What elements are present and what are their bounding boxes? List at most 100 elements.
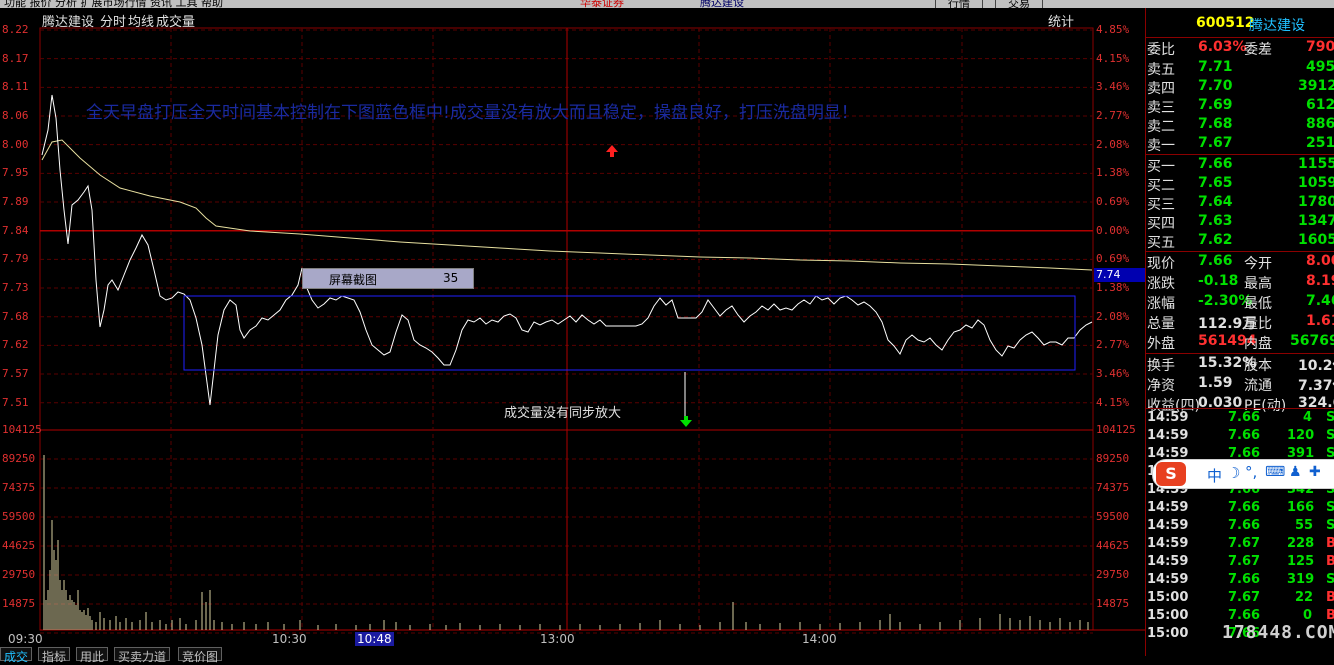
tick-cell: B	[1326, 608, 1334, 623]
shirt-icon[interactable]: ✚	[1309, 464, 1321, 480]
quote-cell: 1780	[1298, 194, 1334, 210]
quote-cell: 7.67	[1198, 135, 1233, 151]
screenshot-tooltip[interactable]: 屏幕截图 35	[302, 268, 474, 289]
quote-cell: 卖二	[1147, 119, 1175, 135]
tick-row: 14:59 7.67 228 B	[1146, 535, 1334, 553]
tick-cell: 7.67	[1228, 554, 1261, 569]
punctuation-icon[interactable]: °,	[1245, 463, 1257, 481]
axis-tick-label: 7.68	[2, 309, 29, 323]
tick-cell: 14:59	[1147, 410, 1189, 425]
quote-row: 买五 7.62 1605	[1146, 231, 1334, 251]
ime-lang[interactable]: 中	[1207, 465, 1222, 486]
quote-row: 总量112.9万量比1.61	[1146, 312, 1334, 332]
quote-cell: 3912	[1298, 78, 1334, 94]
quote-cell: 8.19	[1306, 273, 1334, 289]
ime-toolbar[interactable]: S 中 ☽ °, ⌨ ♟ ✚	[1152, 459, 1334, 489]
axis-tick-label: 2.08%	[1096, 309, 1130, 323]
tick-cell: 120	[1287, 428, 1315, 443]
quote-row: 卖三 7.69 612	[1146, 96, 1334, 116]
quote-cell: 涨跌	[1147, 276, 1175, 292]
axis-tick-label: 89250	[1096, 452, 1130, 465]
quote-cell: 卖一	[1147, 138, 1175, 154]
time-label: 14:00	[802, 632, 837, 646]
tick-cell: 4	[1303, 410, 1313, 425]
moon-icon[interactable]: ☽	[1227, 464, 1240, 482]
quote-cell: 7.65	[1198, 175, 1233, 191]
tick-cell: 0	[1303, 608, 1313, 623]
quote-cell: 7.37亿	[1298, 378, 1334, 394]
time-label: 10:48	[355, 632, 394, 646]
divider	[1146, 251, 1334, 252]
axis-tick-label: 14875	[1096, 597, 1130, 610]
axis-tick-label: 7.89	[2, 195, 29, 209]
bottom-tab[interactable]: 成交	[0, 647, 33, 664]
user-icon[interactable]: ♟	[1289, 464, 1302, 480]
divider	[1146, 353, 1334, 354]
tick-cell: B	[1326, 536, 1334, 551]
tick-row: 14:59 7.66 166 S	[1146, 499, 1334, 517]
annotation-volume: 成交量没有同步放大	[504, 406, 622, 421]
axis-tick-label: 8.00	[2, 137, 29, 151]
quote-cell: 1605	[1298, 232, 1334, 248]
axis-tick-label: 8.11	[2, 80, 29, 94]
tick-cell: 22	[1295, 590, 1314, 605]
quote-cell: 1.59	[1198, 375, 1233, 391]
tick-cell: 7.66	[1228, 410, 1261, 425]
axis-tick-label: 7.73	[2, 281, 29, 295]
time-label: 13:00	[540, 632, 575, 646]
bottom-tab[interactable]: 用此	[76, 647, 109, 664]
tick-cell: 14:59	[1147, 500, 1189, 515]
stock-title: 腾达建设	[1249, 18, 1305, 34]
tick-cell: 14:59	[1147, 572, 1189, 587]
quote-cell: 买二	[1147, 178, 1175, 194]
axis-tick-label: 14875	[2, 597, 36, 610]
tick-row: 14:59 7.67 125 B	[1146, 553, 1334, 571]
tick-cell: 15:00	[1147, 590, 1189, 605]
axis-tick-label: 1.38%	[1096, 166, 1130, 180]
quote-cell: 1059	[1298, 175, 1334, 191]
bottom-tab[interactable]: 竞价图	[178, 647, 223, 664]
sogou-logo-icon[interactable]: S	[1156, 462, 1186, 486]
quote-cell: 今开	[1244, 256, 1272, 272]
quote-cell: 10.2亿	[1298, 358, 1334, 374]
axis-tick-label: 2.77%	[1096, 109, 1130, 122]
tick-cell: S	[1326, 518, 1334, 533]
tick-cell: B	[1326, 590, 1334, 605]
tick-cell: 7.66	[1228, 608, 1261, 623]
keyboard-icon[interactable]: ⌨	[1265, 464, 1285, 480]
quote-row: 换手15.32%股本10.2亿	[1146, 354, 1334, 374]
quote-cell: 最低	[1244, 296, 1272, 312]
tick-cell: S	[1326, 500, 1334, 515]
tick-cell: 55	[1295, 518, 1314, 533]
tick-row: 14:59 7.66 319 S	[1146, 571, 1334, 589]
quote-cell: 7.66	[1198, 253, 1233, 269]
axis-tick-label: 104125	[1096, 423, 1136, 436]
axis-tick-label: 7.51	[2, 395, 29, 409]
axis-tick-label: 0.69%	[1096, 195, 1130, 209]
quote-row: 买三 7.64 1780	[1146, 193, 1334, 213]
axis-tick-label: 74375	[2, 481, 36, 494]
tick-cell: 125	[1287, 554, 1315, 569]
axis-tick-label: 7.95	[2, 166, 29, 180]
tooltip-label: 屏幕截图	[329, 273, 378, 287]
quote-cell: 251	[1306, 135, 1334, 151]
weibi-label: 委比	[1147, 42, 1175, 58]
quote-cell: 净资	[1147, 378, 1175, 394]
tick-cell: 7.67	[1228, 590, 1261, 605]
axis-tick-label: 0.69%	[1096, 252, 1130, 266]
quote-row: 现价 7.66 今开 8.00	[1146, 252, 1334, 272]
tick-row: 14:59 7.66 120 S	[1146, 427, 1334, 445]
axis-tick-label: 4.15%	[1096, 51, 1130, 65]
quote-cell: 7.63	[1198, 213, 1233, 229]
tick-cell: 166	[1287, 500, 1315, 515]
quote-cell: 7.69	[1198, 97, 1233, 113]
bottom-tab[interactable]: 指标	[38, 647, 71, 664]
quote-row: 买四 7.63 1347	[1146, 212, 1334, 232]
quote-cell: 1347	[1298, 213, 1334, 229]
quote-cell: 涨幅	[1147, 296, 1175, 312]
tick-row: 15:00 7.67 22 B	[1146, 589, 1334, 607]
bottom-tab[interactable]: 买卖力道	[114, 647, 171, 664]
axis-tick-label: 8.17	[2, 51, 29, 65]
axis-tick-label: 4.85%	[1096, 23, 1130, 36]
quote-cell: -0.18	[1198, 273, 1239, 289]
